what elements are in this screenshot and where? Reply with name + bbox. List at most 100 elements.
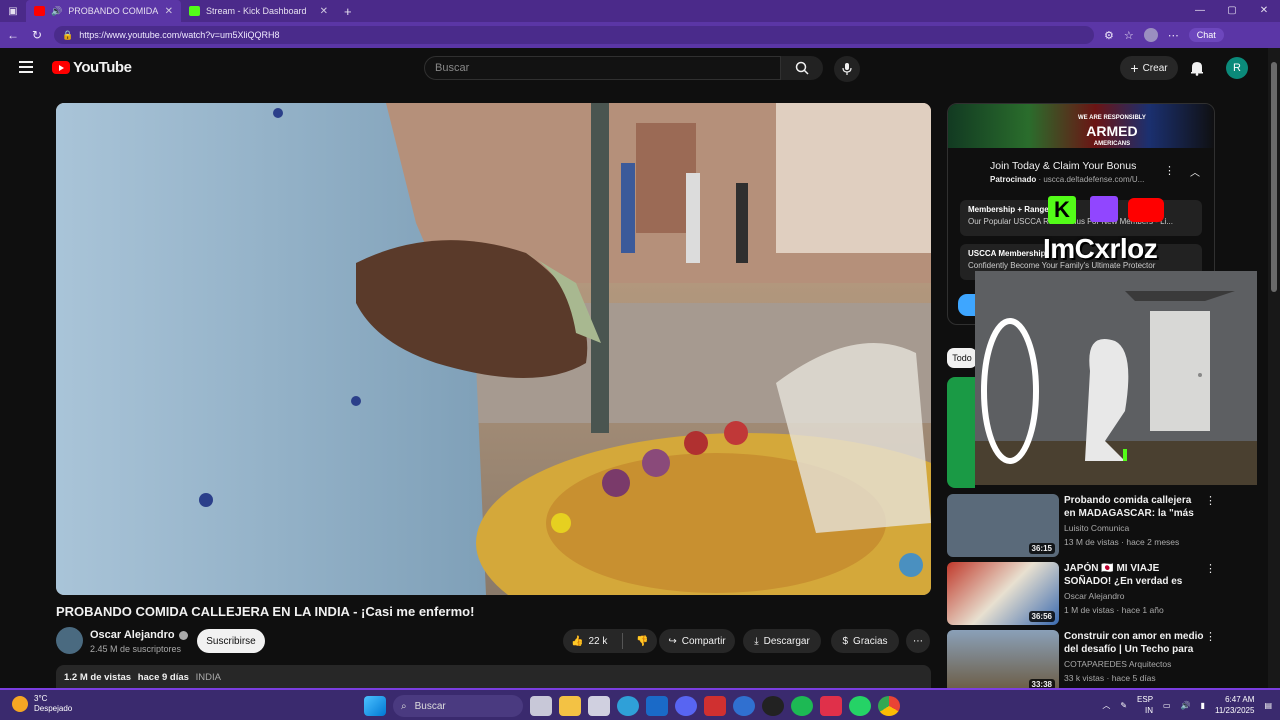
url-field[interactable]: 🔒 https://www.youtube.com/watch?v=um5Xli… [54, 26, 1094, 44]
subscriber-count: 2.45 M de suscriptores [90, 644, 182, 654]
notifications-button[interactable] [1190, 60, 1204, 81]
rec-meta: 33 k vistas · hace 5 días [1064, 673, 1156, 683]
close-tab-icon[interactable]: ✕ [165, 6, 173, 17]
rec-thumbnail[interactable]: 36:15 [947, 494, 1059, 557]
extensions-icon[interactable]: ⚙ [1104, 29, 1114, 42]
ad-more-icon[interactable]: ⋮ [1164, 164, 1175, 177]
rec-channel[interactable]: Oscar Alejandro [1064, 591, 1124, 601]
chrome-icon[interactable] [878, 696, 900, 716]
chat-button[interactable]: Chat [1188, 28, 1224, 42]
collapse-icon[interactable]: ︿ [1190, 164, 1200, 179]
rec-thumbnail[interactable]: 33:38 [947, 630, 1059, 688]
battery-icon[interactable]: ▮ [1201, 701, 1205, 710]
recommendation-item[interactable]: 36:56 JAPÓN 🇯🇵 MI VIAJE SOÑADO! ¿En verd… [947, 562, 1216, 626]
download-button[interactable]: ⤓ Descargar [743, 629, 821, 653]
tab-actions-icon[interactable]: ▣ [0, 6, 26, 17]
site-info-icon[interactable]: 🔒 [62, 30, 73, 41]
rec-title[interactable]: Probando comida callejera en MADAGASCAR:… [1064, 494, 1204, 520]
time: 6:47 AM [1225, 695, 1255, 704]
recommendation-item[interactable]: 33:38 Construir con amor en medio del de… [947, 630, 1215, 688]
app-icon[interactable] [733, 696, 755, 716]
divider [622, 633, 624, 649]
share-button[interactable]: ↪ Compartir [659, 629, 735, 653]
favorites-icon[interactable]: ☆ [1124, 29, 1134, 42]
more-icon[interactable]: ⋯ [1168, 29, 1179, 42]
more-actions-button[interactable]: ⋯ [906, 629, 930, 653]
edge-icon[interactable] [617, 696, 639, 716]
thumbs-up-icon: 👍 [571, 635, 584, 647]
rec-channel[interactable]: COTAPAREDES Arquitectos [1064, 659, 1171, 669]
taskbar-search[interactable]: ⌕ Buscar [393, 695, 523, 717]
tiktok-icon[interactable] [820, 696, 842, 716]
ad-title[interactable]: Join Today & Claim Your Bonus [990, 160, 1136, 172]
volume-icon[interactable]: 🔊 [1181, 701, 1191, 710]
close-tab-icon[interactable]: ✕ [320, 6, 328, 17]
like-dislike-group: 👍 22 k 👎 [563, 629, 657, 653]
rec-title[interactable]: JAPÓN 🇯🇵 MI VIAJE SOÑADO! ¿En verdad es … [1064, 562, 1204, 588]
subscribe-button[interactable]: Suscribirse [197, 629, 265, 653]
ad-cta-button[interactable] [958, 294, 976, 316]
rec-thumbnail[interactable]: 36:56 [947, 562, 1059, 625]
description-box[interactable]: 1.2 M de vistas hace 9 días INDIA [56, 665, 931, 689]
video-player[interactable] [56, 103, 931, 595]
menu-icon[interactable] [19, 61, 33, 73]
like-button[interactable]: 👍 22 k [571, 636, 607, 647]
plus-icon: + [1130, 60, 1139, 76]
dislike-button[interactable]: 👎 [628, 636, 648, 647]
maximize-icon[interactable]: ▢ [1216, 0, 1248, 22]
new-tab-icon[interactable]: + [336, 4, 352, 19]
recommendation-item[interactable]: 36:15 Probando comida callejera en MADAG… [947, 494, 1216, 558]
tab-title: Stream - Kick Dashboard [206, 6, 307, 16]
search-button[interactable] [781, 56, 823, 80]
store-icon[interactable] [588, 696, 610, 716]
pen-icon[interactable]: ✎ [1120, 701, 1127, 710]
ad-banner[interactable]: WE ARE RESPONSIBLY ARMED AMERICANS [948, 104, 1214, 148]
whatsapp-icon[interactable] [849, 696, 871, 716]
network-icon[interactable]: ▭ [1163, 701, 1171, 710]
system-tray: ︿ ✎ ESP IN ▭ 🔊 ▮ 6:47 AM 11/23/2025 ▤ [1102, 694, 1272, 716]
hashtag[interactable]: INDIA [196, 672, 221, 683]
browser-tabbar: ▣ 🔊 PROBANDO COMIDA CALLE ✕ Stream - Kic… [0, 0, 1280, 22]
github-icon[interactable] [762, 696, 784, 716]
language-indicator[interactable]: ESP IN [1137, 694, 1153, 716]
create-button[interactable]: + Crear [1120, 56, 1178, 80]
channel-avatar[interactable] [56, 627, 83, 654]
thanks-button[interactable]: $ Gracias [831, 629, 899, 653]
clock[interactable]: 6:47 AM 11/23/2025 [1215, 694, 1254, 716]
account-avatar[interactable]: R [1226, 57, 1248, 79]
rec-more-icon[interactable]: ⋮ [1205, 630, 1215, 643]
partial-thumbnail[interactable] [947, 377, 975, 488]
start-icon[interactable] [364, 696, 386, 716]
ad-sitelink[interactable]: Membership + Range B... Our Popular USCC… [960, 200, 1202, 236]
app-icon[interactable] [704, 696, 726, 716]
outlook-icon[interactable] [646, 696, 668, 716]
download-icon: ⤓ [754, 635, 759, 647]
voice-search-button[interactable] [834, 56, 860, 82]
discord-icon[interactable] [675, 696, 697, 716]
tab-audio-icon[interactable]: 🔊 [51, 6, 62, 17]
rec-more-icon[interactable]: ⋮ [1205, 562, 1216, 575]
profile-icon[interactable] [1143, 28, 1158, 42]
scroll-thumb[interactable] [1271, 62, 1277, 292]
chevron-up-icon[interactable]: ︿ [1102, 700, 1110, 711]
page-scrollbar[interactable] [1268, 48, 1280, 688]
rec-title[interactable]: Construir con amor en medio del desafío … [1064, 630, 1204, 656]
channel-name[interactable]: Oscar Alejandro [90, 629, 188, 641]
chip-all[interactable]: Todo [947, 348, 977, 368]
refresh-icon[interactable]: ↻ [30, 28, 44, 42]
search-icon: ⌕ [401, 700, 407, 712]
tab-kick[interactable]: Stream - Kick Dashboard ✕ [181, 0, 336, 22]
task-view-icon[interactable] [530, 696, 552, 716]
back-icon[interactable]: ← [6, 28, 20, 42]
spotify-icon[interactable] [791, 696, 813, 716]
minimize-icon[interactable]: — [1184, 0, 1216, 22]
file-explorer-icon[interactable] [559, 696, 581, 716]
notification-center-icon[interactable]: ▤ [1264, 701, 1272, 710]
youtube-logo[interactable]: YouTube [52, 59, 132, 76]
close-window-icon[interactable]: ✕ [1248, 0, 1280, 22]
tab-youtube[interactable]: 🔊 PROBANDO COMIDA CALLE ✕ [26, 0, 181, 22]
rec-channel[interactable]: Luisito Comunica [1064, 523, 1129, 533]
search-input[interactable]: Buscar [424, 56, 781, 80]
rec-more-icon[interactable]: ⋮ [1205, 494, 1216, 507]
weather-widget[interactable]: 3°C Despejado [12, 694, 72, 714]
